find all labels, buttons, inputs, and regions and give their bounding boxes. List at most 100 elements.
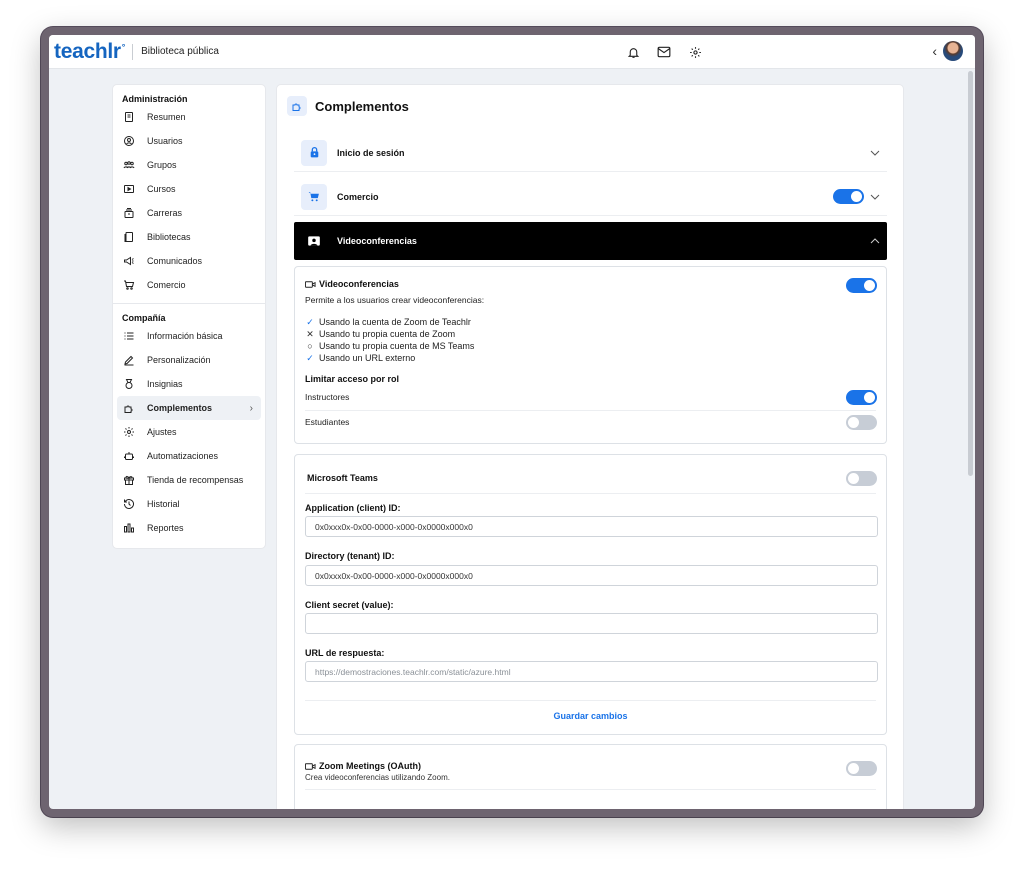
- comercio-toggle[interactable]: [833, 189, 864, 204]
- check-icon: ✓: [306, 352, 314, 363]
- sidebar-item-carreras[interactable]: Carreras: [113, 201, 265, 225]
- gear-icon: [124, 427, 134, 437]
- accordion-videoconferencias[interactable]: Videoconferencias: [294, 222, 887, 260]
- list-icon: [124, 332, 134, 340]
- sidebar-item-label: Comunicados: [147, 256, 203, 266]
- puzzle-icon: [287, 96, 307, 116]
- sidebar-item-label: Complementos: [147, 403, 213, 413]
- divider: [305, 700, 876, 701]
- reply-url-label: URL de respuesta:: [305, 648, 385, 658]
- scrollbar[interactable]: [968, 71, 973, 476]
- chevron-up-icon[interactable]: [870, 237, 880, 245]
- library-icon: [124, 232, 133, 242]
- teachlr-logo[interactable]: teachlr°: [54, 40, 125, 64]
- videoconferencias-description: Permite a los usuarios crear videoconfer…: [305, 295, 485, 305]
- client-secret-input[interactable]: [305, 613, 878, 634]
- sidebar-item-personalizacion[interactable]: Personalización: [113, 348, 265, 372]
- option-label: Usando tu propia cuenta de Zoom: [319, 329, 456, 339]
- video-camera-icon: [305, 762, 316, 770]
- option-label: Usando tu propia cuenta de MS Teams: [319, 341, 475, 351]
- sidebar-item-label: Reportes: [147, 523, 184, 533]
- save-changes-button[interactable]: Guardar cambios: [295, 711, 886, 721]
- back-chevron-icon[interactable]: ‹: [932, 43, 937, 59]
- cart-icon: [301, 183, 327, 210]
- gear-icon[interactable]: [687, 44, 703, 60]
- topbar-divider: [132, 43, 134, 60]
- sidebar-item-insignias[interactable]: Insignias: [113, 372, 265, 396]
- sidebar-item-cursos[interactable]: Cursos: [113, 177, 265, 201]
- divider: [305, 410, 876, 411]
- chevron-down-icon[interactable]: [870, 193, 880, 201]
- play-box-icon: [124, 185, 134, 193]
- sidebar-item-label: Bibliotecas: [147, 232, 191, 242]
- sidebar-item-comunicados[interactable]: Comunicados: [113, 249, 265, 273]
- videoconferencias-title: Videoconferencias: [319, 279, 399, 289]
- page-title: Complementos: [315, 98, 409, 114]
- sidebar-item-ajustes[interactable]: Ajustes: [113, 420, 265, 444]
- sidebar-item-resumen[interactable]: Resumen: [113, 105, 265, 129]
- sidebar-item-comercio[interactable]: Comercio: [113, 273, 265, 297]
- teams-toggle[interactable]: [846, 471, 877, 486]
- medal-icon: [125, 379, 133, 389]
- role-estudiantes-toggle[interactable]: [846, 415, 877, 430]
- sidebar-item-tienda-de-recompensas[interactable]: Tienda de recompensas: [113, 468, 265, 492]
- tenant-id-label: Directory (tenant) ID:: [305, 551, 395, 561]
- list-item: ✓ Usando un URL externo: [305, 352, 474, 364]
- zoom-toggle[interactable]: [846, 761, 877, 776]
- sidebar-item-label: Personalización: [147, 355, 211, 365]
- reply-url-input[interactable]: https://demostraciones.teachlr.com/stati…: [305, 661, 878, 682]
- videoconferencias-toggle[interactable]: [846, 278, 877, 293]
- puzzle-icon: [124, 405, 133, 413]
- mail-icon[interactable]: [656, 44, 672, 60]
- sidebar-item-label: Información básica: [147, 331, 223, 341]
- accordion-label: Comercio: [337, 191, 379, 202]
- microsoft-teams-panel: Microsoft Teams Application (client) ID:…: [294, 454, 887, 735]
- client-secret-label: Client secret (value):: [305, 600, 394, 610]
- divider: [305, 493, 876, 494]
- sidebar-item-label: Cursos: [147, 184, 176, 194]
- bell-icon[interactable]: [625, 44, 641, 60]
- sidebar-item-grupos[interactable]: Grupos: [113, 153, 265, 177]
- role-instructores-toggle[interactable]: [846, 390, 877, 405]
- sidebar-item-automatizaciones[interactable]: Automatizaciones: [113, 444, 265, 468]
- sidebar-item-label: Carreras: [147, 208, 183, 218]
- video-camera-icon: [305, 280, 316, 288]
- sidebar: Administración Resumen Usuarios Grupos C…: [112, 84, 266, 549]
- stack-icon: [124, 208, 134, 218]
- video-options-list: ✓ Usando la cuenta de Zoom de Teachlr ✕ …: [305, 316, 474, 364]
- accordion-inicio-de-sesion[interactable]: Inicio de sesión: [294, 134, 887, 172]
- robot-icon: [124, 452, 134, 460]
- zoom-subtitle: Crea videoconferencias utilizando Zoom.: [305, 773, 450, 782]
- document-icon: [125, 112, 133, 122]
- cross-icon: ✕: [306, 328, 314, 339]
- chevron-down-icon[interactable]: [870, 149, 880, 157]
- video-icon: [301, 228, 327, 254]
- sidebar-item-informacion-basica[interactable]: Información básica: [113, 324, 265, 348]
- site-name: Biblioteca pública: [141, 46, 219, 57]
- zoom-title: Zoom Meetings (OAuth): [319, 761, 421, 771]
- top-bar: teachlr° Biblioteca pública ‹: [49, 35, 975, 69]
- role-instructores-label: Instructores: [305, 392, 350, 402]
- accordion-comercio[interactable]: Comercio: [294, 178, 887, 216]
- option-label: Usando un URL externo: [319, 353, 416, 363]
- sidebar-item-complementos[interactable]: Complementos ›: [117, 396, 261, 420]
- avatar[interactable]: [943, 41, 963, 61]
- limit-access-title: Limitar acceso por rol: [305, 374, 400, 384]
- sidebar-item-usuarios[interactable]: Usuarios: [113, 129, 265, 153]
- client-id-input[interactable]: 0x0xxx0x-0x00-0000-x000-0x0000x000x0: [305, 516, 878, 537]
- main-card: Complementos Inicio de sesión Comercio V…: [276, 84, 904, 809]
- history-icon: [124, 499, 134, 509]
- tenant-id-input[interactable]: 0x0xxx0x-0x00-0000-x000-0x0000x000x0: [305, 565, 878, 586]
- sidebar-item-reportes[interactable]: Reportes: [113, 516, 265, 540]
- list-item: ○ Usando tu propia cuenta de MS Teams: [305, 340, 474, 352]
- check-icon: ✓: [306, 316, 314, 327]
- role-estudiantes-label: Estudiantes: [305, 417, 350, 427]
- client-id-label: Application (client) ID:: [305, 503, 401, 513]
- sidebar-item-historial[interactable]: Historial: [113, 492, 265, 516]
- sidebar-item-bibliotecas[interactable]: Bibliotecas: [113, 225, 265, 249]
- app-screen: teachlr° Biblioteca pública ‹ Administra…: [49, 35, 975, 809]
- option-label: Usando la cuenta de Zoom de Teachlr: [319, 317, 471, 327]
- zoom-meetings-panel: Zoom Meetings (OAuth) Crea videoconferen…: [294, 744, 887, 809]
- sidebar-item-label: Tienda de recompensas: [147, 475, 244, 485]
- group-icon: [123, 161, 135, 169]
